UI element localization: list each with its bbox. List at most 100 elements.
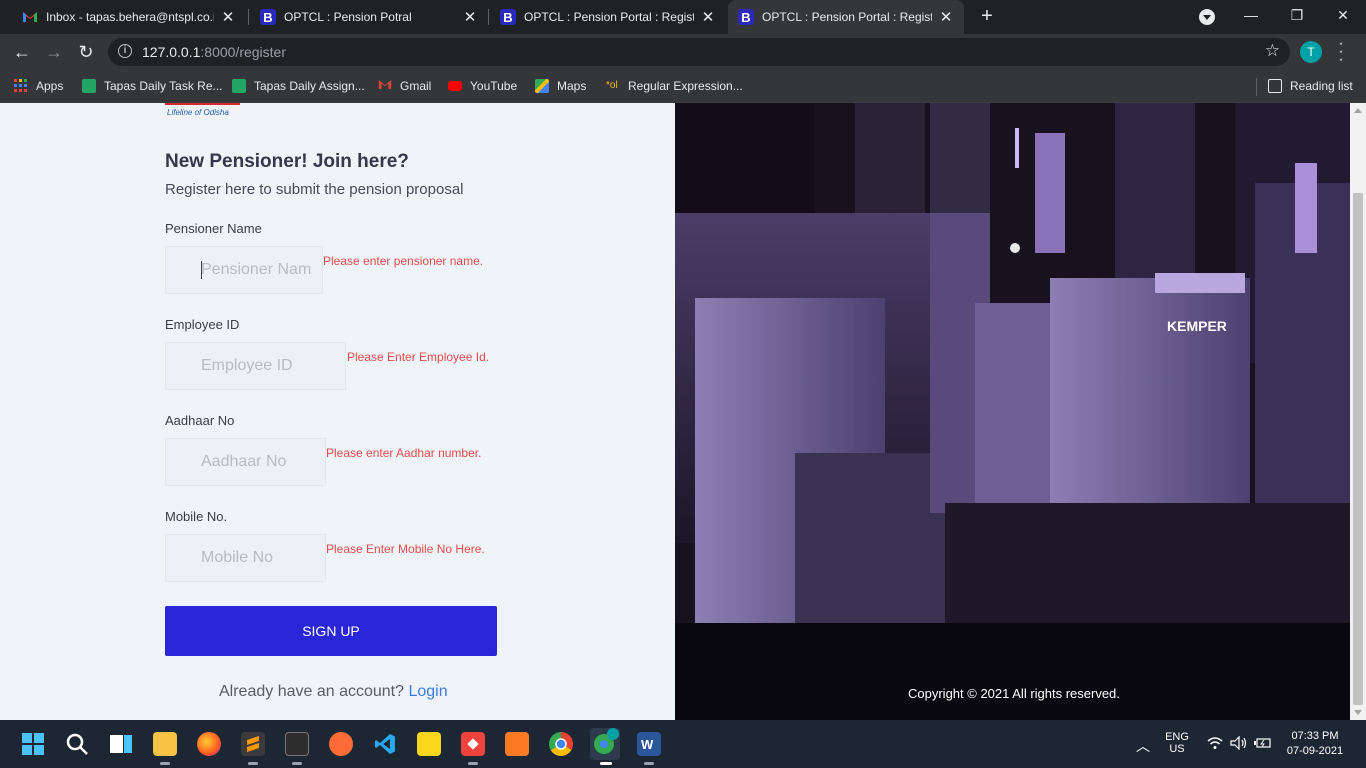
scroll-thumb[interactable] [1353,193,1363,705]
url-text: 127.0.0.1:8000/register [142,44,286,60]
site-info-icon[interactable]: i [118,44,132,58]
tab-title: OPTCL : Pension Potral [284,10,412,24]
text-caret [201,261,202,279]
wifi-icon[interactable] [1207,736,1223,753]
page-viewport: Lifeline of Odisha New Pensioner! Join h… [0,103,1350,720]
reading-list-icon [1268,79,1282,93]
tab-gmail-inbox[interactable]: Inbox - tapas.behera@ntspl.co.in ✕ [12,0,246,34]
bookmark-label: Apps [36,79,64,93]
reading-list-label: Reading list [1290,79,1353,93]
bookmark-regular-expression[interactable]: *ol Regular Expression... [606,77,743,95]
terminal-icon[interactable] [285,732,309,756]
city-skyline-illustration: KEMPER [675,103,1350,720]
firefox-icon[interactable] [197,732,221,756]
word-icon[interactable]: W [637,732,661,756]
employee-id-input[interactable]: Employee ID [165,342,346,390]
logo-tagline: Lifeline of Odisha [167,108,229,117]
chrome-icon[interactable] [549,732,573,756]
copyright-text: Copyright © 2021 All rights reserved. [908,686,1120,701]
close-icon[interactable]: ✕ [462,8,478,26]
running-indicator [160,762,170,765]
apps-grid-icon [14,79,28,93]
youtube-icon [448,81,462,91]
sticky-notes-icon[interactable] [417,732,441,756]
chrome-profile-icon[interactable] [590,728,620,760]
menu-kebab-icon[interactable]: · · · [1336,36,1346,68]
tab-title: OPTCL : Pension Portal : Registart [524,10,694,24]
sheets-icon [82,79,96,93]
reload-button[interactable]: ↻ [74,40,98,64]
bookmark-gmail[interactable]: Gmail [378,77,431,95]
login-link[interactable]: Login [408,683,447,700]
tab-strip: Inbox - tapas.behera@ntspl.co.in ✕ B OPT… [0,0,1366,34]
tab-pension-registart[interactable]: B OPTCL : Pension Portal : Registart ✕ [490,0,726,34]
address-bar[interactable]: i 127.0.0.1:8000/register ☆ [108,38,1290,66]
pensioner-name-input[interactable]: Pensioner Nam [165,246,323,294]
page-scrollbar[interactable] [1350,103,1366,720]
bookmark-maps[interactable]: Maps [535,77,586,95]
anydesk-icon[interactable] [461,732,485,756]
bookmark-tapas-daily-task[interactable]: Tapas Daily Task Re... [82,77,223,95]
bookmark-star-icon[interactable]: ☆ [1265,41,1280,61]
page-subtitle: Register here to submit the pension prop… [165,181,464,198]
xampp-icon[interactable] [505,732,529,756]
tab-pension-potral[interactable]: B OPTCL : Pension Potral ✕ [250,0,488,34]
running-indicator [248,762,258,765]
back-button[interactable]: ← [10,40,34,64]
close-icon[interactable]: ✕ [220,8,236,26]
active-indicator [600,762,612,765]
forward-button[interactable]: → [42,40,66,64]
bookmark-label: Tapas Daily Assign... [254,79,365,93]
vscode-icon[interactable] [373,732,397,756]
postman-icon[interactable] [329,732,353,756]
optcl-logo: Lifeline of Odisha [165,103,240,117]
windows-taskbar: W ︿ ENG US 07:33 PM 07-09-2021 [0,720,1366,768]
bootstrap-icon: B [500,9,516,25]
profile-avatar[interactable]: T [1300,41,1322,63]
login-prompt: Already have an account? Login [219,683,448,701]
tab-title: OPTCL : Pension Portal : Registart [762,10,932,24]
regex-icon: *ol [606,80,618,91]
pensioner-name-error: Please enter pensioner name. [323,254,484,268]
window-close-button[interactable]: ✕ [1320,0,1366,32]
tab-search-icon[interactable] [1199,9,1215,25]
svg-text:W: W [641,737,654,752]
search-icon[interactable] [65,732,89,756]
close-icon[interactable]: ✕ [700,8,716,26]
bookmark-label: YouTube [470,79,518,93]
aadhaar-error: Please enter Aadhar number. [326,446,482,460]
new-tab-button[interactable]: + [976,5,998,27]
task-view-icon[interactable] [109,732,133,756]
volume-icon[interactable] [1230,735,1248,753]
reading-list-button[interactable]: Reading list [1268,77,1353,95]
file-explorer-icon[interactable] [153,732,177,756]
aadhaar-input[interactable]: Aadhaar No [165,438,326,486]
sheets-icon [232,79,246,93]
mobile-input[interactable]: Mobile No [165,534,326,582]
minimize-button[interactable]: — [1228,0,1274,32]
aadhaar-placeholder: Aadhaar No [201,453,287,470]
windows-start-icon[interactable] [21,732,45,756]
gmail-icon [378,79,392,93]
bookmark-apps[interactable]: Apps [14,77,63,95]
browser-toolbar: ← → ↻ i 127.0.0.1:8000/register ☆ [0,34,1366,70]
chevron-up-icon[interactable]: ︿ [1136,736,1150,756]
language-indicator[interactable]: ENG US [1163,731,1191,755]
scroll-up-icon[interactable] [1354,108,1362,113]
bootstrap-icon: B [260,9,276,25]
running-indicator [468,762,478,765]
region-code: US [1169,743,1185,755]
restore-button[interactable]: ❐ [1274,0,1320,32]
bookmark-tapas-daily-assign[interactable]: Tapas Daily Assign... [232,77,365,95]
bookmark-youtube[interactable]: YouTube [448,77,517,95]
clock[interactable]: 07:33 PM 07-09-2021 [1282,730,1348,757]
sublime-text-icon[interactable] [241,732,265,756]
gmail-icon [22,9,38,25]
battery-charging-icon[interactable] [1254,736,1272,752]
sign-up-button[interactable]: SIGN UP [165,606,497,656]
clock-time: 07:33 PM [1291,730,1339,742]
maps-icon [535,79,549,93]
scroll-down-icon[interactable] [1354,710,1362,715]
close-icon[interactable]: ✕ [938,8,954,26]
tab-pension-registart-active[interactable]: B OPTCL : Pension Portal : Registart ✕ [728,0,964,34]
